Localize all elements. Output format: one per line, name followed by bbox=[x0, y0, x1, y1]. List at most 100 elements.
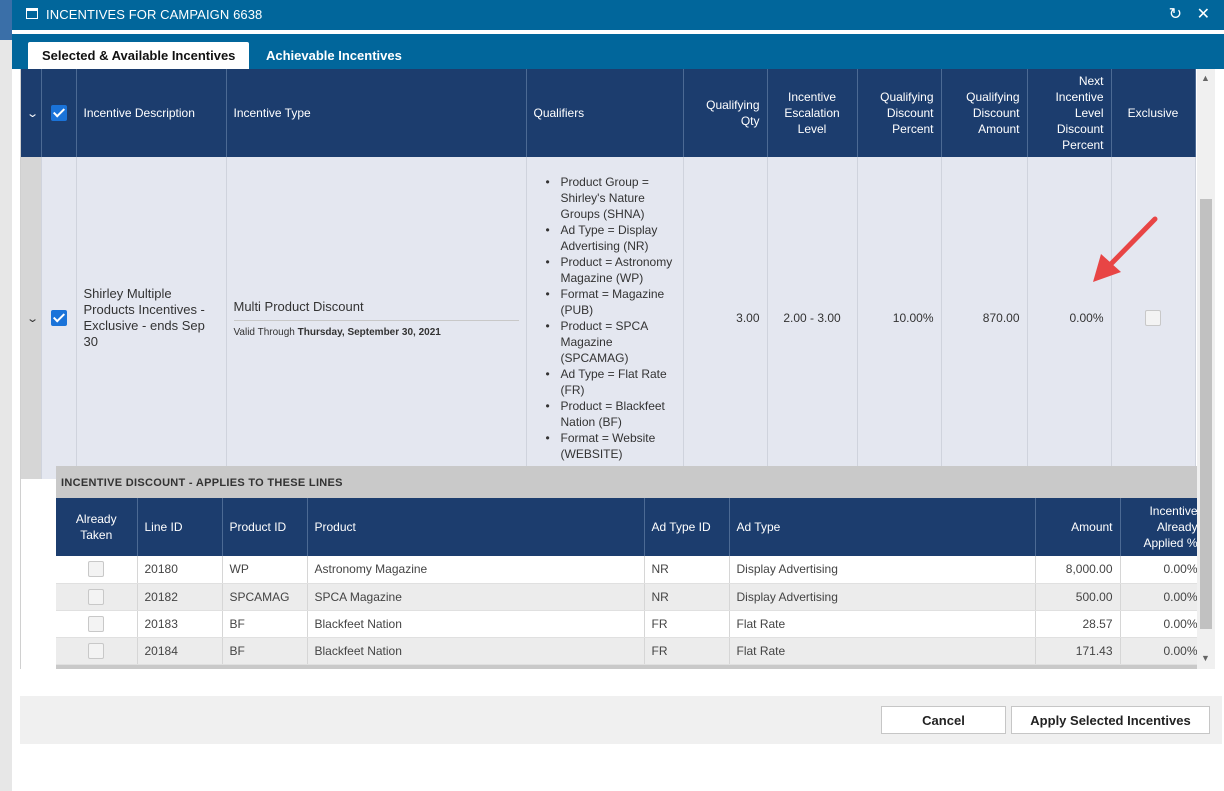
qualifiers-cell: Product Group = Shirley's Nature Groups … bbox=[526, 157, 684, 479]
header-incentive-description[interactable]: Incentive Description bbox=[76, 69, 227, 157]
header-expand-toggle[interactable]: ⌄ bbox=[21, 69, 42, 157]
product: Blackfeet Nation bbox=[307, 610, 645, 638]
amount: 28.57 bbox=[1035, 610, 1121, 638]
header-escalation-level[interactable]: Incentive Escalation Level bbox=[767, 69, 858, 157]
section-title: INCENTIVE DISCOUNT - APPLIES TO THESE LI… bbox=[61, 477, 343, 489]
ad-type: Display Advertising bbox=[729, 583, 1036, 611]
header-amount[interactable]: Amount bbox=[1035, 498, 1121, 556]
line-id: 20184 bbox=[137, 637, 223, 665]
header-product[interactable]: Product bbox=[307, 498, 645, 556]
header-already-taken[interactable]: Already Taken bbox=[56, 498, 138, 556]
grid-header-row: ⌄ Incentive Description Incentive Type Q… bbox=[21, 69, 1196, 157]
qualifiers-list: Product Group = Shirley's Nature Groups … bbox=[534, 174, 676, 462]
ad-type-id: FR bbox=[644, 637, 730, 665]
already-taken-checkbox[interactable] bbox=[88, 615, 105, 632]
applied-percent: 0.00% bbox=[1120, 610, 1206, 638]
scroll-down-icon[interactable]: ▼ bbox=[1201, 653, 1210, 663]
cancel-button[interactable]: Cancel bbox=[881, 706, 1006, 734]
incentive-description: Shirley Multiple Products Incentives - E… bbox=[83, 286, 205, 349]
chevron-down-icon: ⌄ bbox=[26, 313, 40, 325]
ad-type: Flat Rate bbox=[729, 610, 1036, 638]
valid-through: Valid Through Thursday, September 30, 20… bbox=[234, 321, 519, 338]
next-level-discount-percent: 0.00% bbox=[1027, 157, 1112, 479]
chevron-down-icon: ⌄ bbox=[26, 107, 40, 120]
header-qualifying-qty[interactable]: Qualifying Qty bbox=[683, 69, 768, 157]
line-id: 20183 bbox=[137, 610, 223, 638]
tab-achievable-incentives[interactable]: Achievable Incentives bbox=[252, 42, 416, 69]
vertical-scrollbar[interactable]: ▲ ▼ bbox=[1197, 69, 1215, 669]
incentive-row: ⌄ Shirley Multiple Products Incentives -… bbox=[21, 157, 1196, 479]
table-row: 20183 BF Blackfeet Nation FR Flat Rate 2… bbox=[56, 610, 1206, 638]
exclusive-checkbox[interactable] bbox=[1145, 310, 1161, 326]
table-row: 20182 SPCAMAG SPCA Magazine NR Display A… bbox=[56, 583, 1206, 611]
qualifier-item: Product = Blackfeet Nation (BF) bbox=[546, 398, 676, 430]
qualifier-item: Format = Website (WEBSITE) bbox=[546, 430, 676, 462]
ad-type-id: FR bbox=[644, 610, 730, 638]
table-row: 20180 WP Astronomy Magazine NR Display A… bbox=[56, 556, 1206, 584]
header-incentive-type[interactable]: Incentive Type bbox=[226, 69, 527, 157]
product: Astronomy Magazine bbox=[307, 556, 645, 584]
header-qualifiers[interactable]: Qualifiers bbox=[526, 69, 684, 157]
product-id: BF bbox=[222, 610, 308, 638]
line-id: 20182 bbox=[137, 583, 223, 611]
discount-lines-header-row: Already Taken Line ID Product ID Product… bbox=[56, 498, 1206, 556]
qualifier-item: Ad Type = Flat Rate (FR) bbox=[546, 366, 676, 398]
header-product-id[interactable]: Product ID bbox=[222, 498, 308, 556]
qualifier-item: Format = Magazine (PUB) bbox=[546, 286, 676, 318]
header-exclusive[interactable]: Exclusive bbox=[1111, 69, 1196, 157]
qualifying-discount-amount: 870.00 bbox=[941, 157, 1028, 479]
dialog-title: INCENTIVES FOR CAMPAIGN 6638 bbox=[46, 7, 263, 22]
row-select-checkbox[interactable] bbox=[50, 310, 67, 326]
already-taken-cell bbox=[56, 556, 138, 584]
window-icon bbox=[26, 8, 38, 19]
already-taken-checkbox[interactable] bbox=[88, 561, 105, 578]
header-select-all[interactable] bbox=[41, 69, 77, 157]
escalation-level: 2.00 - 3.00 bbox=[767, 157, 858, 479]
table-row: 20184 BF Blackfeet Nation FR Flat Rate 1… bbox=[56, 637, 1206, 665]
header-ad-type[interactable]: Ad Type bbox=[729, 498, 1036, 556]
product: Blackfeet Nation bbox=[307, 637, 645, 665]
dialog-title-bar: INCENTIVES FOR CAMPAIGN 6638 ↻ ✕ bbox=[12, 0, 1224, 30]
apply-selected-incentives-button[interactable]: Apply Selected Incentives bbox=[1011, 706, 1210, 734]
amount: 171.43 bbox=[1035, 637, 1121, 665]
already-taken-checkbox[interactable] bbox=[88, 588, 105, 605]
tab-selected-available-incentives[interactable]: Selected & Available Incentives bbox=[28, 42, 250, 69]
amount: 500.00 bbox=[1035, 583, 1121, 611]
scroll-up-icon[interactable]: ▲ bbox=[1201, 73, 1210, 83]
incentives-grid: ⌄ Incentive Description Incentive Type Q… bbox=[21, 69, 1196, 479]
header-ad-type-id[interactable]: Ad Type ID bbox=[644, 498, 730, 556]
refresh-icon[interactable]: ↻ bbox=[1169, 4, 1182, 24]
applied-percent: 0.00% bbox=[1120, 583, 1206, 611]
valid-through-date: Thursday, September 30, 2021 bbox=[297, 326, 441, 338]
ad-type: Display Advertising bbox=[729, 556, 1036, 584]
already-taken-cell bbox=[56, 637, 138, 665]
select-all-checkbox[interactable] bbox=[50, 105, 67, 122]
amount: 8,000.00 bbox=[1035, 556, 1121, 584]
header-qualifying-discount-percent[interactable]: Qualifying Discount Percent bbox=[857, 69, 942, 157]
scrollbar-thumb[interactable] bbox=[1200, 199, 1212, 629]
tab-bar: Selected & Available Incentives Achievab… bbox=[12, 34, 1224, 69]
already-taken-checkbox[interactable] bbox=[88, 642, 105, 659]
product: SPCA Magazine bbox=[307, 583, 645, 611]
incentive-discount-lines-section: INCENTIVE DISCOUNT - APPLIES TO THESE LI… bbox=[56, 466, 1206, 669]
header-qualifying-discount-amount[interactable]: Qualifying Discount Amount bbox=[941, 69, 1028, 157]
qualifying-qty: 3.00 bbox=[683, 157, 768, 479]
header-applied-percent[interactable]: Incentive Already Applied % bbox=[1120, 498, 1206, 556]
close-icon[interactable]: ✕ bbox=[1197, 4, 1210, 24]
applied-percent: 0.00% bbox=[1120, 637, 1206, 665]
qualifier-item: Product = SPCA Magazine (SPCAMAG) bbox=[546, 318, 676, 366]
background-app-accent bbox=[0, 0, 12, 40]
incentive-type-cell: Multi Product Discount Valid Through Thu… bbox=[226, 157, 527, 479]
ad-type-id: NR bbox=[644, 556, 730, 584]
red-arrow-annotation bbox=[1093, 216, 1158, 282]
product-id: WP bbox=[222, 556, 308, 584]
already-taken-cell bbox=[56, 610, 138, 638]
dialog-footer: Cancel Apply Selected Incentives bbox=[20, 696, 1222, 744]
incentive-description-cell: Shirley Multiple Products Incentives - E… bbox=[76, 157, 227, 479]
header-line-id[interactable]: Line ID bbox=[137, 498, 223, 556]
header-next-level-discount-percent[interactable]: Next Incentive Level Discount Percent bbox=[1027, 69, 1112, 157]
qualifier-item: Product = Astronomy Magazine (WP) bbox=[546, 254, 676, 286]
row-expand-toggle[interactable]: ⌄ bbox=[21, 157, 42, 479]
row-select-cell bbox=[41, 157, 77, 479]
valid-through-label: Valid Through bbox=[233, 326, 295, 338]
